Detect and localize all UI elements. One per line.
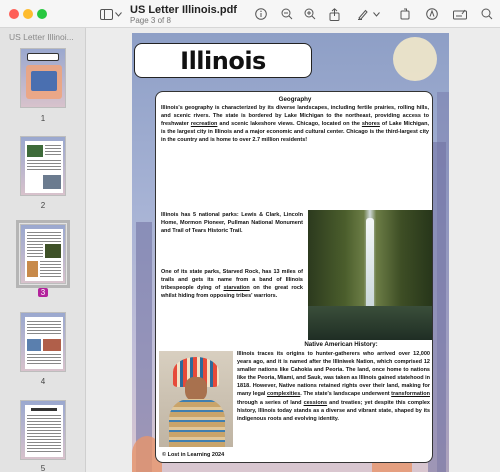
moon-decoration (393, 37, 437, 81)
toolbar: US Letter Illinois.pdf Page 3 of 8 (0, 0, 500, 28)
minimize-button[interactable] (23, 9, 33, 19)
highlight-icon[interactable] (356, 6, 370, 22)
page-number-1: 1 (40, 114, 46, 123)
waterfall-photo (308, 210, 432, 340)
window-title: US Letter Illinois.pdf (130, 4, 237, 16)
geography-title: Geography (278, 96, 312, 103)
page-thumbnail-4[interactable] (20, 312, 66, 372)
info-icon[interactable] (254, 6, 268, 22)
close-button[interactable] (9, 9, 19, 19)
copyright-footer: © Lost in Learning 2024 (162, 452, 225, 458)
building-decoration (136, 222, 152, 472)
rotate-icon[interactable] (398, 6, 412, 22)
page-thumbnail-2[interactable] (20, 136, 66, 196)
preview-window: US Letter Illinois.pdf Page 3 of 8 US Le… (0, 0, 500, 472)
geography-paragraph: Illinois's geography is characterized by… (161, 105, 429, 144)
fullscreen-button[interactable] (37, 9, 47, 19)
starved-rock-paragraph: One of its state parks, Starved Rock, ha… (161, 269, 303, 300)
page-indicator: Page 3 of 8 (130, 16, 171, 25)
zoom-out-icon[interactable] (280, 6, 294, 22)
page-number-3: 3 (0, 288, 85, 297)
native-history-title: Native American History: (304, 341, 378, 348)
chevron-down-icon[interactable] (372, 6, 380, 22)
page-number-4: 4 (40, 377, 46, 386)
sidebar-toggle-icon[interactable] (99, 6, 113, 22)
content-panel: Geography Illinois's geography is charac… (155, 91, 433, 463)
page-heading-box: Illinois (134, 43, 312, 78)
markup-icon[interactable] (425, 6, 439, 22)
thumbnail-sidebar[interactable]: US Letter Illinoi... 1 2 3 4 5 (0, 28, 86, 472)
search-icon[interactable] (480, 6, 494, 22)
page-thumbnail-5[interactable] (20, 400, 66, 460)
page-number-5: 5 (40, 464, 46, 472)
building-decoration (437, 92, 449, 472)
form-icon[interactable] (452, 6, 468, 22)
pdf-page: Illinois Geography Illinois's geography … (132, 33, 449, 472)
zoom-in-icon[interactable] (303, 6, 317, 22)
share-icon[interactable] (327, 6, 341, 22)
sidebar-title: US Letter Illinoi... (9, 32, 74, 42)
page-thumbnail-3[interactable] (16, 220, 70, 288)
document-view[interactable]: Illinois Geography Illinois's geography … (87, 29, 500, 472)
page-thumbnail-1[interactable] (20, 48, 66, 108)
page-heading: Illinois (180, 46, 266, 75)
native-history-paragraph: Illinois traces its origins to hunter-ga… (237, 351, 430, 422)
chevron-down-icon[interactable] (114, 6, 122, 22)
national-parks-paragraph: Illinois has 5 national parks: Lewis & C… (161, 212, 303, 235)
native-chief-photo (159, 351, 233, 447)
page-number-2: 2 (40, 201, 46, 210)
